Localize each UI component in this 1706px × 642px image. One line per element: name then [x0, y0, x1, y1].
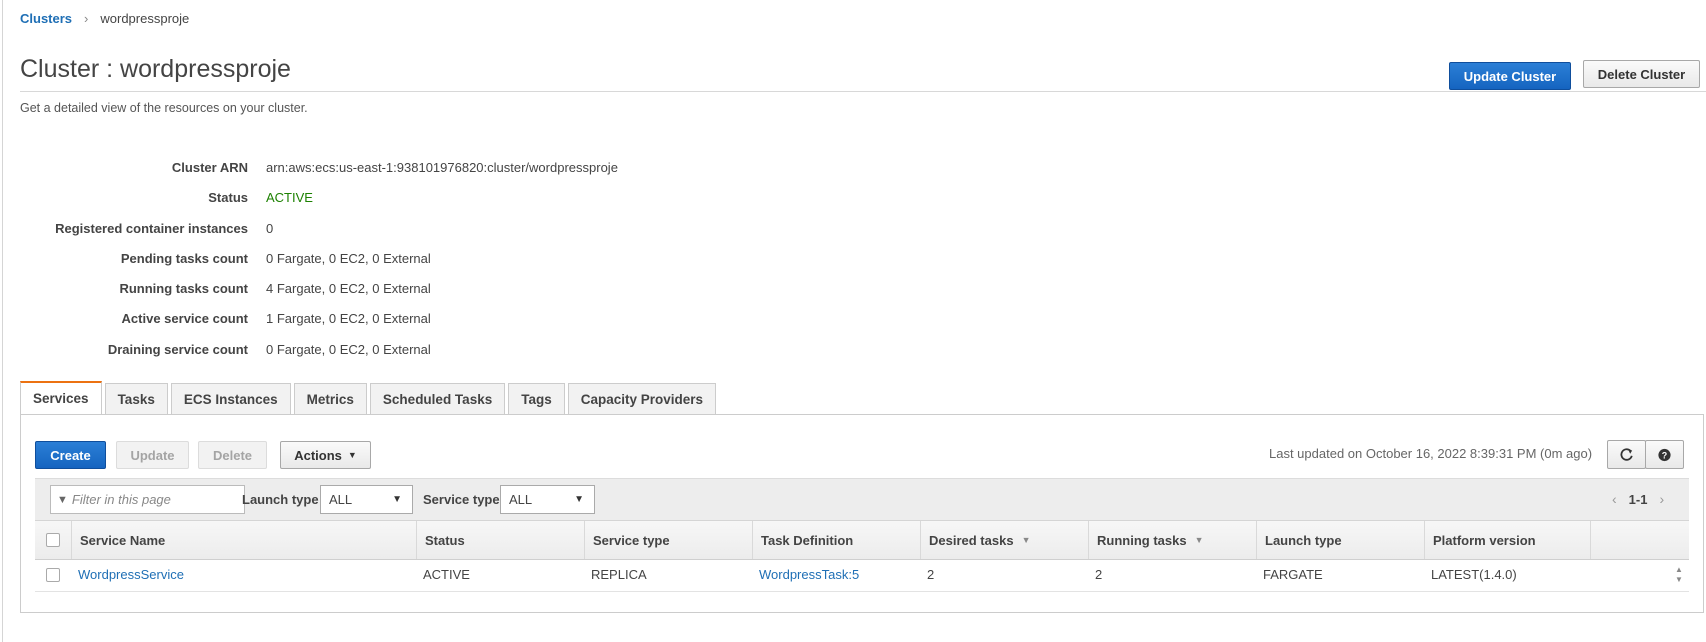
previous-page-icon[interactable]: ‹: [1612, 491, 1617, 507]
detail-value: 4 Fargate, 0 EC2, 0 External: [266, 281, 431, 297]
column-header-platform-version[interactable]: Platform version: [1424, 521, 1590, 559]
page-subtitle: Get a detailed view of the resources on …: [20, 101, 308, 115]
row-checkbox[interactable]: [46, 567, 60, 582]
chevron-down-icon: ▼: [574, 494, 584, 505]
launch-type-label: Launch type: [242, 492, 319, 507]
task-definition-link[interactable]: WordpressTask:5: [759, 567, 859, 582]
detail-value: 0 Fargate, 0 EC2, 0 External: [266, 341, 431, 357]
detail-value: 1 Fargate, 0 EC2, 0 External: [266, 311, 431, 327]
column-header-task-definition[interactable]: Task Definition: [752, 521, 920, 559]
cell-service-type: REPLICA: [591, 567, 647, 582]
column-header-service-name[interactable]: Service Name: [71, 521, 416, 559]
actions-dropdown-button[interactable]: Actions ▼: [280, 441, 371, 469]
delete-service-button[interactable]: Delete: [198, 441, 267, 469]
column-header-label: Running tasks: [1097, 532, 1187, 548]
sort-down-icon: ▼: [1194, 535, 1204, 545]
filter-placeholder: Filter in this page: [71, 492, 171, 507]
column-header-service-type[interactable]: Service type: [584, 521, 752, 559]
scroll-up-icon[interactable]: ▲: [1675, 565, 1683, 575]
detail-label: Pending tasks count: [120, 250, 248, 266]
tab-metrics[interactable]: Metrics: [293, 383, 367, 414]
select-all-cell: [35, 521, 71, 559]
table-header: Service Name Status Service type Task De…: [35, 520, 1689, 560]
row-select-cell: [35, 558, 71, 591]
detail-label: Running tasks count: [119, 281, 248, 297]
breadcrumb-clusters-link[interactable]: Clusters: [20, 11, 72, 26]
cell-task-definition: WordpressTask:5: [752, 558, 920, 591]
detail-label: Draining service count: [107, 341, 248, 357]
launch-type-value: ALL: [329, 492, 353, 507]
breadcrumb-chevron-icon: ›: [84, 11, 89, 26]
tab-scheduled-tasks[interactable]: Scheduled Tasks: [369, 383, 506, 414]
detail-value: 0: [266, 220, 274, 236]
detail-label: Active service count: [121, 311, 248, 327]
next-page-icon[interactable]: ›: [1659, 491, 1664, 507]
tab-bar: Services Tasks ECS Instances Metrics Sch…: [20, 381, 719, 414]
refresh-button[interactable]: [1607, 440, 1646, 469]
cell-status: ACTIVE: [423, 567, 470, 582]
column-header-spacer: [1590, 521, 1611, 559]
last-updated-text: Last updated on October 16, 2022 8:39:31…: [1269, 446, 1593, 461]
scroll-down-icon[interactable]: ▼: [1675, 575, 1683, 585]
service-type-label: Service type: [423, 492, 500, 507]
cell-desired-tasks: 2: [927, 567, 935, 582]
table-scrollbar[interactable]: ▲ ▼: [1669, 558, 1689, 591]
left-border: [2, 0, 3, 642]
chevron-down-icon: ▼: [392, 494, 402, 505]
help-icon: ?: [1658, 448, 1671, 461]
breadcrumb-current: wordpressproje: [100, 11, 190, 26]
tab-tags[interactable]: Tags: [508, 383, 565, 414]
column-header-status[interactable]: Status: [416, 521, 584, 559]
service-name-link[interactable]: WordpressService: [78, 567, 184, 582]
caret-down-icon: ▼: [347, 450, 357, 460]
column-header-desired-tasks[interactable]: Desired tasks ▼: [920, 521, 1088, 559]
refresh-icon: [1620, 447, 1633, 461]
title-divider: [20, 91, 1706, 92]
cell-platform-version: LATEST(1.4.0): [1431, 567, 1517, 582]
service-type-select[interactable]: ALL ▼: [500, 485, 595, 514]
page-title: Cluster : wordpressproje: [20, 55, 291, 83]
help-button[interactable]: ?: [1645, 440, 1684, 469]
filter-icon: ▼: [57, 493, 68, 506]
update-service-button[interactable]: Update: [116, 441, 189, 469]
actions-label: Actions: [294, 447, 342, 463]
cell-running-tasks: 2: [1095, 567, 1103, 582]
create-service-button[interactable]: Create: [35, 441, 106, 469]
tab-tasks[interactable]: Tasks: [104, 383, 168, 414]
detail-label: Cluster ARN: [171, 160, 248, 175]
detail-label: Registered container instances: [55, 220, 248, 236]
cell-launch-type: FARGATE: [1263, 567, 1323, 582]
filter-search-input[interactable]: ▼ Filter in this page: [50, 485, 245, 514]
status-value: ACTIVE: [266, 190, 313, 206]
detail-value: arn:aws:ecs:us-east-1:938101976820:clust…: [266, 160, 618, 175]
table-row[interactable]: WordpressService ACTIVE REPLICA Wordpres…: [35, 558, 1689, 592]
launch-type-select[interactable]: ALL ▼: [320, 485, 413, 514]
column-header-launch-type[interactable]: Launch type: [1256, 521, 1424, 559]
tab-ecs-instances[interactable]: ECS Instances: [170, 383, 291, 414]
column-header-running-tasks[interactable]: Running tasks ▼: [1088, 521, 1256, 559]
update-cluster-button[interactable]: Update Cluster: [1449, 62, 1571, 90]
column-header-label: Desired tasks: [929, 532, 1014, 548]
page-range: 1-1: [1628, 491, 1648, 507]
tab-capacity-providers[interactable]: Capacity Providers: [567, 383, 717, 414]
delete-cluster-button[interactable]: Delete Cluster: [1583, 60, 1700, 88]
sort-down-icon: ▼: [1021, 535, 1031, 545]
pagination: ‹ 1-1 ›: [1612, 491, 1664, 507]
detail-label: Status: [208, 190, 248, 206]
tab-services[interactable]: Services: [20, 381, 102, 414]
select-all-checkbox[interactable]: [46, 533, 60, 547]
service-type-value: ALL: [509, 492, 533, 507]
breadcrumb: Clusters › wordpressproje: [20, 11, 189, 26]
detail-value: 0 Fargate, 0 EC2, 0 External: [266, 250, 431, 266]
cell-service-name: WordpressService: [71, 558, 416, 591]
svg-text:?: ?: [1662, 450, 1667, 460]
